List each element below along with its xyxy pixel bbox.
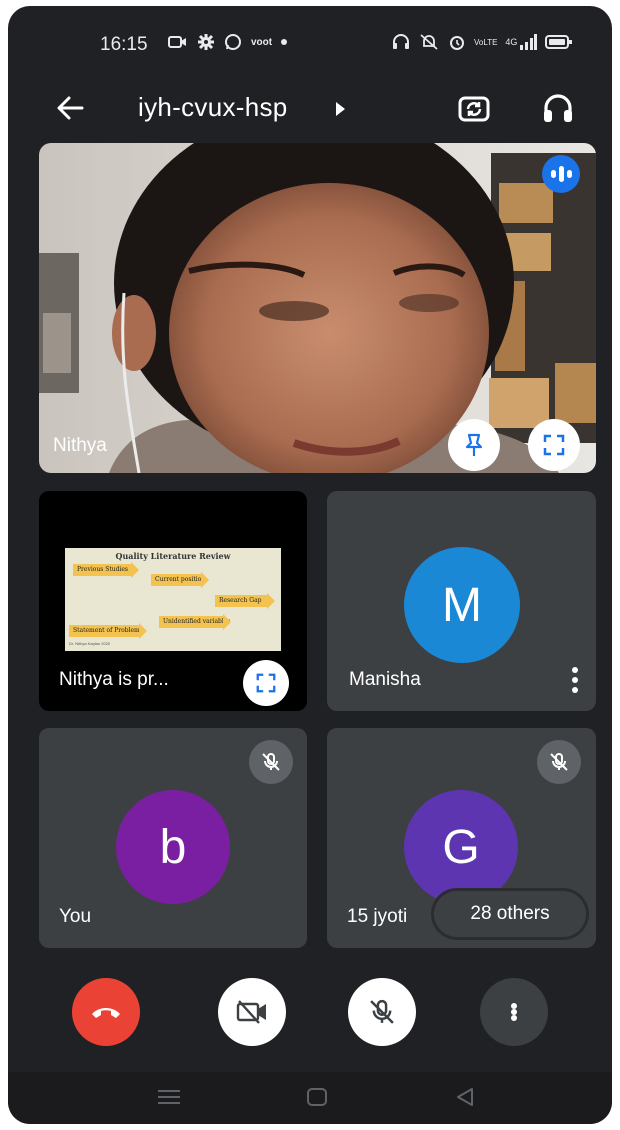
meeting-details-caret-icon[interactable]	[336, 102, 345, 116]
fullscreen-button[interactable]	[528, 419, 580, 471]
participant-name: Manisha	[349, 669, 421, 690]
fullscreen-icon	[543, 434, 565, 456]
more-options-icon	[504, 999, 524, 1025]
pin-button[interactable]	[448, 419, 500, 471]
presentation-label: Nithya is pr...	[59, 669, 169, 690]
recents-menu-icon[interactable]	[156, 1086, 182, 1113]
speaker-video-frame	[39, 143, 596, 473]
avatar: M	[404, 547, 520, 663]
battery-icon	[545, 32, 573, 52]
pin-icon	[465, 433, 483, 456]
participant-name: You	[59, 906, 92, 927]
mic-muted-badge	[249, 740, 293, 784]
mute-ring-icon	[418, 32, 440, 52]
back-arrow-icon[interactable]	[52, 90, 88, 126]
headset-icon	[392, 32, 410, 52]
main-speaker-name: Nithya	[53, 435, 107, 456]
participant-tile-manisha[interactable]: M Manisha	[327, 491, 596, 711]
presentation-tile[interactable]: Quality Literature Review Previous Studi…	[39, 491, 307, 711]
status-right-icons: VoLTE 4G	[392, 32, 573, 52]
camera-toggle-button[interactable]	[218, 978, 286, 1046]
fullscreen-icon	[256, 673, 276, 693]
switch-camera-icon[interactable]	[454, 88, 494, 128]
mic-off-icon	[370, 999, 394, 1024]
avatar-initial: G	[442, 820, 480, 874]
mic-off-icon	[262, 753, 280, 771]
slide-box-2: Current position	[151, 572, 209, 588]
avatar-initial: M	[442, 578, 482, 632]
avatar: G	[404, 790, 518, 904]
slide-box-4: Unidentified variables	[159, 614, 231, 630]
volte-icon: VoLTE	[474, 37, 498, 47]
network-type-label: 4G	[505, 37, 518, 47]
more-options-button[interactable]	[480, 978, 548, 1046]
phone-screen: 16:15 voot VoLTE 4G iyh-cvux-hsp Nithya …	[8, 6, 612, 1124]
screen-record-icon	[168, 32, 188, 52]
dot-icon	[281, 32, 288, 52]
status-bar: 16:15 voot VoLTE 4G	[8, 6, 612, 76]
participant-name: 15 jyoti	[347, 906, 408, 927]
slide-box-1: Previous Studies	[73, 562, 139, 578]
main-speaker-tile[interactable]: Nithya	[39, 143, 596, 473]
mic-muted-badge	[537, 740, 581, 784]
others-participants-chip[interactable]: 28 others	[434, 891, 586, 937]
end-call-button[interactable]	[72, 978, 140, 1046]
slide-box-3: Research Gap	[215, 593, 275, 609]
slide-box-5: Statement of Problem	[69, 623, 147, 639]
presentation-slide-thumbnail: Quality Literature Review Previous Studi…	[65, 548, 281, 651]
signal-icon: 4G	[505, 32, 538, 52]
audio-output-icon[interactable]	[538, 88, 578, 128]
voot-app-icon: voot	[251, 36, 273, 48]
home-icon[interactable]	[306, 1086, 328, 1113]
end-call-icon	[92, 1008, 120, 1018]
camera-off-icon	[236, 1000, 266, 1024]
mic-toggle-button[interactable]	[348, 978, 416, 1046]
avatar-initial: b	[159, 820, 187, 874]
presentation-fullscreen-button[interactable]	[243, 660, 289, 706]
status-left-icons: voot	[168, 32, 288, 52]
participant-menu-icon[interactable]	[565, 663, 585, 697]
speaking-indicator-icon	[542, 155, 580, 193]
status-time: 16:15	[100, 34, 148, 55]
avatar: b	[116, 790, 230, 904]
mic-off-icon	[550, 753, 568, 771]
meeting-code[interactable]: iyh-cvux-hsp	[138, 92, 288, 123]
alarm-icon	[448, 32, 466, 52]
settings-icon	[197, 32, 215, 52]
slide-footer: Dr. Nithya Kaplan 2020	[69, 641, 111, 646]
meeting-app-bar: iyh-cvux-hsp	[8, 76, 612, 142]
system-back-icon[interactable]	[454, 1086, 476, 1113]
system-navigation-bar	[8, 1072, 612, 1124]
whatsapp-icon	[224, 32, 242, 52]
slide-title: Quality Literature Review	[115, 551, 231, 561]
participant-tile-you[interactable]: b You	[39, 728, 307, 948]
